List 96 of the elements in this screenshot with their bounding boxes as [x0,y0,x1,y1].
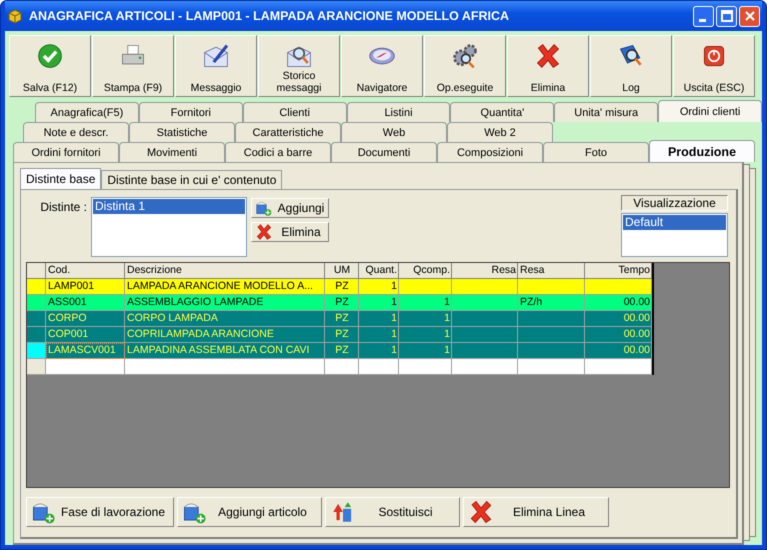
column-header[interactable]: Descrizione [125,263,325,279]
column-header[interactable]: Qcomp. [399,263,452,279]
table-cell: 00.00 [585,311,652,327]
tab[interactable]: Fornitori [138,102,243,122]
table-cell: 00.00 [585,295,652,311]
table-cell: 1 [359,279,399,295]
column-header[interactable]: UM [325,263,359,279]
table-cell: 1 [359,311,399,327]
tab[interactable]: Quantita' [450,102,554,122]
table-cell: ASSEMBLAGGIO LAMPADE [125,295,325,311]
table-cell: ASS001 [46,295,125,311]
table-cell: CORPO [46,311,125,327]
row-indicator[interactable] [27,327,46,343]
window-title: ANAGRAFICA ARTICOLI - LAMP001 - LAMPADA ARANCIONE MODELLO AFRICA [29,9,510,23]
tab[interactable]: Clienti [242,102,347,122]
table-cell: 00.00 [585,343,652,359]
table-cell: 1 [399,311,452,327]
column-header[interactable]: Quant. [359,263,399,279]
row-indicator[interactable] [27,311,46,327]
close-button[interactable] [739,6,760,26]
toolbar-button[interactable]: Log [590,35,672,97]
table-cell: PZ [325,279,359,295]
add-button[interactable]: Sostituisci [325,497,460,527]
tab[interactable]: Ordini clienti [658,100,762,122]
toolbar-button[interactable]: Elimina [507,35,589,97]
row-indicator[interactable] [27,359,46,375]
tab[interactable]: Statistiche [129,122,235,142]
table-cell: 00.00 [585,327,652,343]
toolbar-button[interactable]: Navigatore [341,35,423,97]
table-cell: LAMPADA ARANCIONE MODELLO A... [125,279,325,295]
table-cell: 1 [399,295,452,311]
toolbar-button[interactable]: Op.eseguite [424,35,506,97]
table-cell: 1 [399,343,452,359]
add-button[interactable]: Aggiungi articolo [177,497,322,527]
delete-button[interactable]: Elimina Linea [463,497,609,527]
tab[interactable]: Produzione [649,140,755,162]
table-cell: COPRILAMPADA ARANCIONE [125,327,325,343]
row-indicator[interactable] [27,279,46,295]
maximize-icon [720,10,732,22]
toolbar-button[interactable]: Salva (F12) [9,35,91,97]
table-cell: LAMPADINA ASSEMBLATA CON CAVI [125,343,325,359]
tab[interactable]: Caratteristiche [235,122,341,142]
minimize-icon [698,19,706,22]
tab[interactable]: Documenti [331,142,437,162]
cross-icon [468,499,494,525]
tab[interactable]: Web 2 [447,122,553,142]
tab[interactable]: Unita' misura [554,102,658,122]
table-cell: PZ [325,343,359,359]
table-cell: LAMASCV001 [46,343,125,359]
tab[interactable]: Foto [543,142,649,162]
table-cell: LAMP001 [46,279,125,295]
tab[interactable]: Composizioni [437,142,543,162]
list-item[interactable]: Default [623,215,726,230]
minimize-button[interactable] [693,6,714,26]
table-cell: COP001 [46,327,125,343]
table-cell: PZ [325,327,359,343]
table-cell: 1 [359,327,399,343]
list-item[interactable]: Distinta 1 [93,199,245,214]
table-cell: PZ/h [518,295,585,311]
toolbar-button[interactable]: Messaggio [175,35,257,97]
toolbar-button[interactable]: Stampa (F9) [92,35,174,97]
table-cell: PZ [325,311,359,327]
cross-icon [255,223,273,241]
box-plus-icon [255,199,273,217]
tab[interactable]: Listini [346,102,450,122]
delete-button[interactable]: Elimina [251,222,329,242]
tab[interactable]: Codici a barre [225,142,331,162]
box-icon [7,8,23,24]
column-header[interactable]: Tempo [585,263,652,279]
toolbar-button[interactable]: Uscita (ESC) [673,35,755,97]
close-icon [744,10,756,22]
add-button[interactable]: Fase di lavorazione [26,497,174,527]
add-button[interactable]: Aggiungi [251,198,329,218]
table-cell: 1 [359,295,399,311]
column-header[interactable]: Cod. [46,263,125,279]
column-header[interactable]: Resa [452,263,518,279]
distinte-label: Distinte : [39,199,88,214]
table-cell: CORPO LAMPADA [125,311,325,327]
row-indicator[interactable] [27,343,46,359]
tab[interactable]: Movimenti [119,142,225,162]
row-indicator[interactable] [27,295,46,311]
tab[interactable]: Ordini fornitori [13,142,119,162]
table-cell: 1 [359,343,399,359]
column-header[interactable]: Resa [518,263,585,279]
tab[interactable]: Web [341,122,447,142]
visualizzazione-label: Visualizzazione [621,195,728,211]
distinte-list[interactable]: Distinta 1 [91,197,247,257]
table-cell: 1 [399,327,452,343]
tab[interactable]: Note e descr. [23,122,129,142]
table-cell: PZ [325,295,359,311]
toolbar-button[interactable]: Storico messaggi [258,35,340,97]
subtab[interactable]: Distinte base [20,168,102,189]
maximize-button[interactable] [716,6,737,26]
visualizzazione-list[interactable]: Default [621,213,728,257]
tab[interactable]: Anagrafica(F5) [35,102,139,122]
subtab[interactable]: Distinte base in cui e' contenuto [101,170,282,189]
